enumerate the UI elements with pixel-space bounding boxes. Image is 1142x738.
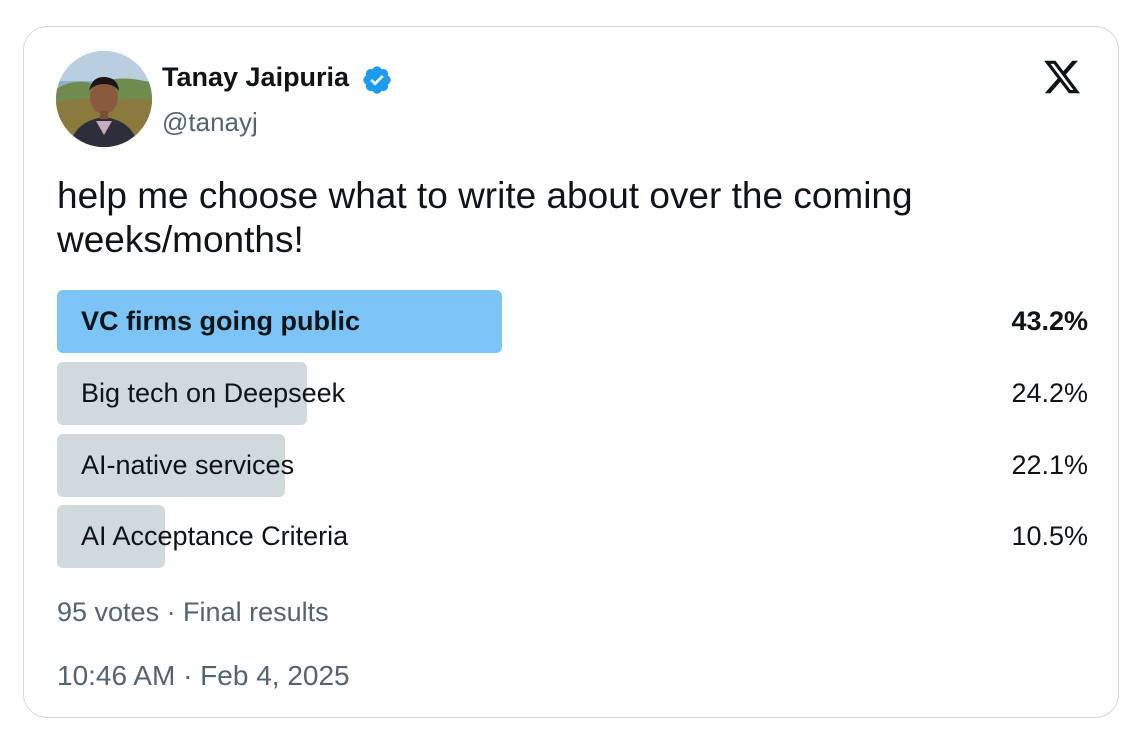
avatar[interactable] <box>56 51 152 147</box>
poll-option-percent: 10.5% <box>1011 521 1088 551</box>
poll-option-percent: 43.2% <box>1011 306 1088 336</box>
poll-option-label: VC firms going public <box>81 306 361 336</box>
x-logo-icon[interactable] <box>1041 57 1083 97</box>
author-handle[interactable]: @tanayj <box>162 106 258 138</box>
tweet-text: help me choose what to write about over … <box>57 175 913 260</box>
author-name[interactable]: Tanay Jaipuria <box>162 60 349 94</box>
poll-option: AI-native services 22.1% <box>57 434 1088 497</box>
poll-option: AI Acceptance Criteria 10.5% <box>57 505 1088 568</box>
poll-option: Big tech on Deepseek 24.2% <box>57 362 1088 425</box>
timestamp[interactable]: 10:46 AM · Feb 4, 2025 <box>57 659 350 693</box>
poll-option-label: Big tech on Deepseek <box>81 378 346 408</box>
poll-option-label: AI-native services <box>81 450 295 480</box>
poll-option-percent: 22.1% <box>1011 450 1088 480</box>
poll-option-label: AI Acceptance Criteria <box>81 521 349 551</box>
verified-badge-icon <box>363 66 391 94</box>
poll-summary: 95 votes · Final results <box>57 597 329 627</box>
poll-option-percent: 24.2% <box>1011 378 1088 408</box>
poll-option: VC firms going public 43.2% <box>57 290 1088 353</box>
tweet-card[interactable]: Tanay Jaipuria @tanayj help me choose wh… <box>23 26 1119 718</box>
